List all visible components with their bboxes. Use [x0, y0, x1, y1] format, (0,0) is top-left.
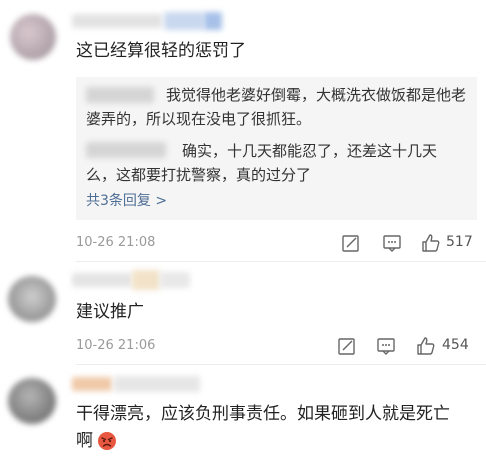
share-icon[interactable]	[337, 336, 357, 356]
avatar[interactable]	[8, 276, 56, 322]
like-icon[interactable]	[416, 336, 436, 356]
username[interactable]	[72, 374, 202, 394]
reply-preview[interactable]: 我觉得他老婆好倒霉，大概洗衣做饭都是他老婆弄的，所以现在没电了很抓狂。 确实，十…	[76, 77, 477, 220]
more-replies-link[interactable]: 共3条回复 >	[86, 190, 167, 210]
reply-text: 我觉得他老婆好倒霉，大概洗衣做饭都是他老婆弄的，所以现在没电了很抓狂。	[86, 86, 467, 128]
like-count: 454	[442, 337, 469, 353]
share-icon[interactable]	[341, 233, 361, 253]
comment-text: 这已经算很轻的惩罚了	[76, 41, 246, 61]
angry-face-icon	[98, 432, 116, 450]
comment-text: 干得漂亮，应该负刑事责任。如果砸到人就是死亡	[76, 404, 450, 424]
comment-text: 建议推广	[76, 302, 144, 322]
comment-icon[interactable]	[376, 336, 396, 356]
avatar[interactable]	[8, 378, 56, 424]
divider	[76, 364, 486, 365]
username[interactable]	[72, 270, 192, 290]
timestamp: 10-26 21:06	[76, 338, 156, 353]
like-count: 517	[446, 234, 473, 250]
like-icon[interactable]	[421, 233, 441, 253]
username[interactable]	[72, 12, 222, 30]
divider	[76, 261, 486, 262]
timestamp: 10-26 21:08	[76, 235, 156, 250]
comment-text: 啊	[76, 431, 93, 451]
comment-icon[interactable]	[382, 233, 402, 253]
reply-text: 确实，十几天都能忍了，还差这十几天么，这都要打扰警察，真的过分了	[86, 142, 438, 184]
avatar[interactable]	[10, 14, 56, 60]
